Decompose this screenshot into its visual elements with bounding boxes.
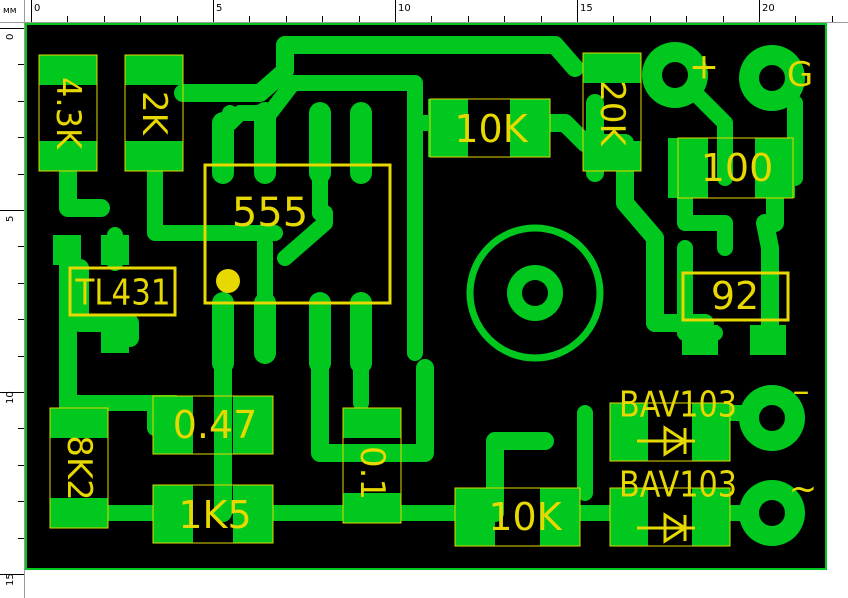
ruler-label-left: 0 — [5, 33, 16, 40]
ruler-tick — [18, 428, 24, 430]
ruler-tick — [540, 16, 542, 22]
label-r-2k: 2K — [134, 91, 174, 137]
ruler-tick — [18, 319, 24, 321]
label-diode-1: BAV103 — [619, 385, 737, 426]
ruler-tick — [285, 16, 287, 22]
ruler-tick — [18, 246, 24, 248]
ruler-tick — [18, 137, 24, 139]
ruler-tick — [613, 16, 615, 22]
ruler-tick — [103, 16, 105, 22]
ruler-corner: мм — [0, 0, 25, 23]
ruler-tick — [395, 0, 396, 22]
label-c-047: 0.47 — [173, 403, 258, 447]
ruler-tick — [577, 0, 578, 22]
ruler-tick — [67, 16, 69, 22]
ruler-tick — [0, 210, 24, 211]
ruler-label-top: 15 — [580, 3, 593, 14]
ruler-vertical: 0 5 10 15 — [0, 0, 25, 598]
ruler-tick — [649, 16, 651, 22]
label-pad-ac: ~ — [789, 469, 818, 509]
ruler-tick — [504, 16, 506, 22]
ruler-tick — [322, 16, 324, 22]
label-r-20k: 20K — [592, 80, 632, 147]
ruler-tick — [795, 16, 797, 22]
ruler-tick — [140, 16, 142, 22]
ruler-tick — [18, 355, 24, 357]
ruler-tick — [213, 0, 214, 22]
pcb-canvas[interactable]: 4.3K 2K 555 10K 20K + G 100 TL431 92 8K2… — [25, 23, 848, 598]
ruler-tick — [0, 28, 24, 29]
ruler-tick — [18, 501, 24, 503]
ruler-unit-label: мм — [3, 6, 17, 16]
ruler-label-top: 20 — [762, 3, 775, 14]
ruler-label-top: 10 — [398, 3, 411, 14]
ruler-tick — [176, 16, 178, 22]
ruler-tick — [759, 0, 760, 22]
ruler-tick — [18, 100, 24, 102]
label-tl431: TL431 — [75, 273, 171, 314]
ruler-tick — [467, 16, 469, 22]
label-r-43k: 4.3K — [48, 77, 88, 151]
label-pad-plus: + — [689, 47, 719, 88]
ruler-horizontal: 0 5 10 15 20 — [0, 0, 848, 23]
ruler-tick — [18, 537, 24, 539]
ruler-tick — [686, 16, 688, 22]
label-r-1k5: 1K5 — [178, 493, 251, 537]
ruler-label-left: 15 — [5, 573, 16, 586]
ruler-label-left: 10 — [5, 391, 16, 404]
ruler-tick — [18, 464, 24, 466]
ruler-tick — [18, 64, 24, 66]
label-r-92: 92 — [711, 274, 759, 318]
ruler-tick — [18, 173, 24, 175]
label-r-10k-bottom: 10K — [488, 495, 562, 539]
label-diode-2: BAV103 — [619, 465, 737, 506]
ruler-tick — [249, 16, 251, 22]
ruler-tick — [831, 16, 833, 22]
ruler-label-top: 5 — [216, 3, 223, 14]
label-c-01: 0.1 — [352, 446, 392, 500]
ruler-tick — [358, 16, 360, 22]
label-pad-minus: – — [793, 371, 810, 411]
label-r-100: 100 — [701, 146, 774, 190]
ruler-label-left: 5 — [5, 215, 16, 222]
label-r-10k-top: 10K — [454, 107, 528, 151]
ruler-tick — [431, 16, 433, 22]
ruler-tick — [722, 16, 724, 22]
label-pad-g: G — [787, 55, 813, 95]
ruler-tick — [18, 282, 24, 284]
label-r-8k2: 8K2 — [59, 435, 99, 501]
ruler-tick — [31, 0, 32, 22]
pin1-marker — [216, 269, 240, 293]
ruler-label-top: 0 — [34, 3, 41, 14]
label-ic-555: 555 — [232, 190, 308, 236]
